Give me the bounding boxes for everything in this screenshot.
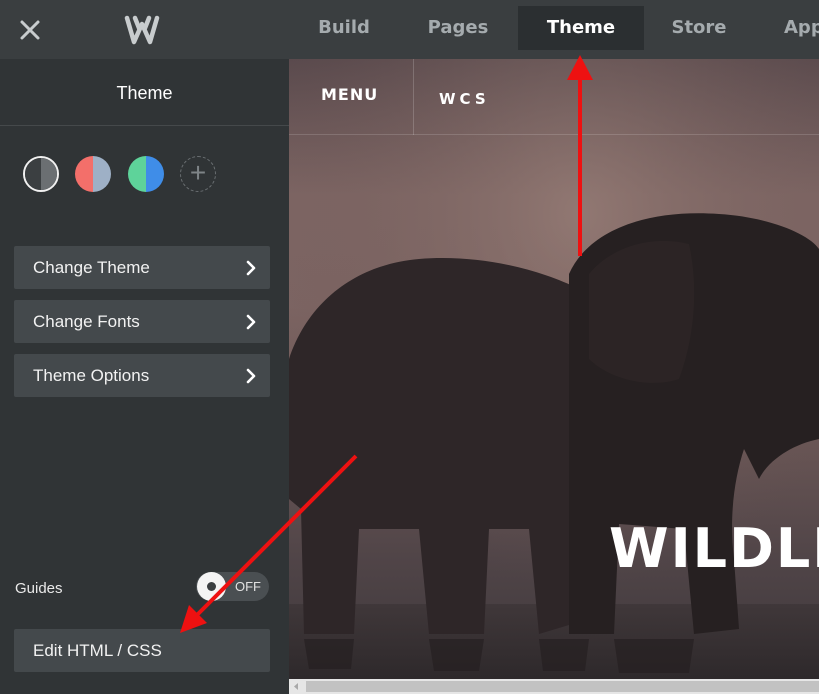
site-brand-link[interactable]: WCS: [439, 90, 490, 108]
site-header: MENU WCS: [289, 59, 819, 135]
swatch-color-left: [75, 156, 93, 192]
toggle-knob: [197, 572, 226, 601]
site-preview[interactable]: MENU WCS WILDLIF: [289, 59, 819, 679]
tab-apps[interactable]: Apps: [784, 6, 819, 50]
change-fonts-button[interactable]: Change Fonts: [14, 300, 270, 343]
top-navigation-bar: Build Pages Theme Store Apps: [0, 0, 819, 59]
scrollbar-thumb[interactable]: [306, 681, 819, 692]
theme-options-label: Theme Options: [33, 366, 150, 385]
horizontal-scrollbar[interactable]: [289, 679, 819, 694]
change-theme-button[interactable]: Change Theme: [14, 246, 270, 289]
change-theme-label: Change Theme: [33, 258, 150, 277]
change-fonts-label: Change Fonts: [33, 312, 140, 331]
color-swatch-dark[interactable]: [23, 156, 59, 192]
theme-options-button[interactable]: Theme Options: [14, 354, 270, 397]
scroll-left-arrow[interactable]: [289, 679, 304, 694]
nav-divider: [413, 59, 414, 135]
caret-left-icon: [294, 683, 298, 690]
toggle-state-text: OFF: [235, 579, 261, 594]
edit-html-css-label: Edit HTML / CSS: [33, 641, 162, 660]
edit-html-css-button[interactable]: Edit HTML / CSS: [14, 629, 270, 672]
color-swatch-green-blue[interactable]: [128, 156, 164, 192]
site-menu-link[interactable]: MENU: [321, 85, 378, 104]
chevron-right-icon: [246, 314, 256, 330]
swatch-color-left: [25, 158, 41, 190]
guides-label: Guides: [15, 580, 63, 597]
tab-theme[interactable]: Theme: [518, 6, 644, 50]
tab-store[interactable]: Store: [662, 6, 736, 50]
guides-toggle[interactable]: OFF: [196, 572, 269, 601]
swatch-color-left: [128, 156, 146, 192]
swatch-color-right: [146, 156, 164, 192]
elephant-photo: [289, 59, 819, 679]
chevron-right-icon: [246, 260, 256, 276]
close-icon: [20, 20, 40, 40]
add-color-scheme-button[interactable]: +: [180, 156, 216, 192]
close-button[interactable]: [14, 14, 46, 46]
hero-title: WILDLIF: [609, 517, 819, 580]
swatch-color-right: [93, 156, 111, 192]
tab-build[interactable]: Build: [302, 6, 386, 50]
weebly-logo-icon: [124, 14, 160, 46]
tab-pages[interactable]: Pages: [416, 6, 500, 50]
sidebar-title: Theme: [0, 59, 289, 126]
theme-sidebar: Theme + Change Theme Change Fonts Theme …: [0, 59, 289, 694]
swatch-color-right: [41, 158, 57, 190]
chevron-right-icon: [246, 368, 256, 384]
plus-icon: +: [189, 157, 207, 188]
color-swatch-coral-blue[interactable]: [75, 156, 111, 192]
